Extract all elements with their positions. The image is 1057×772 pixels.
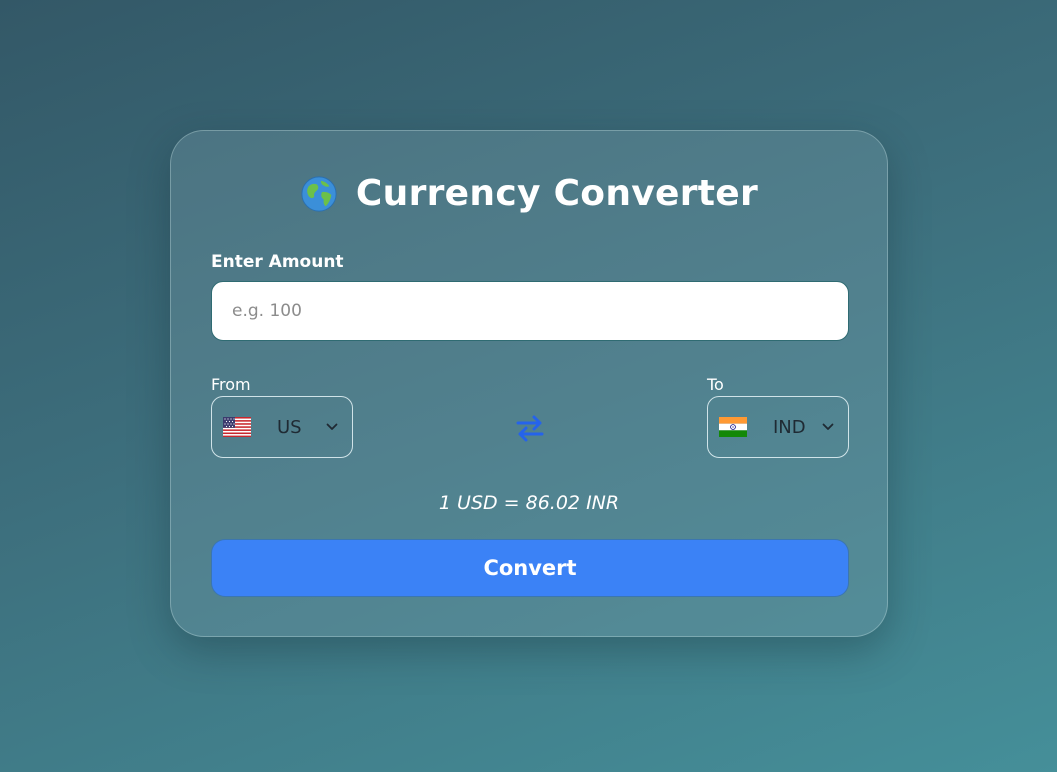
amount-label: Enter Amount	[211, 252, 344, 272]
page-title: Currency Converter	[355, 173, 759, 214]
from-currency-select[interactable]: US	[211, 396, 353, 458]
convert-button[interactable]: Convert	[211, 539, 849, 597]
india-flag-icon	[719, 417, 747, 437]
from-currency-code: US	[277, 416, 302, 438]
converter-card: Currency Converter Enter Amount From US	[170, 130, 888, 637]
to-currency-code: IND	[773, 416, 806, 438]
amount-input[interactable]	[211, 281, 849, 341]
chevron-down-icon	[326, 423, 338, 430]
to-currency-select[interactable]: IND	[707, 396, 849, 458]
globe-icon	[301, 175, 337, 212]
to-label: To	[707, 375, 724, 394]
swap-arrows-icon[interactable]	[514, 412, 546, 444]
from-label: From	[211, 375, 251, 394]
exchange-rate-text: 1 USD = 86.02 INR	[438, 492, 620, 514]
chevron-down-icon	[822, 423, 834, 430]
header: Currency Converter	[171, 173, 887, 214]
us-flag-icon	[223, 417, 251, 437]
